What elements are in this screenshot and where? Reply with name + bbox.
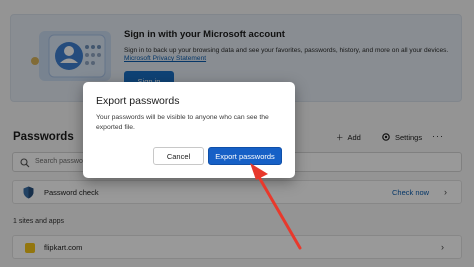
dialog-title: Export passwords	[96, 95, 180, 107]
export-passwords-button[interactable]: Export passwords	[208, 147, 282, 165]
cancel-button[interactable]: Cancel	[153, 147, 204, 165]
dialog-message: Your passwords will be visible to anyone…	[96, 114, 269, 131]
export-passwords-dialog: Export passwords Your passwords will be …	[83, 82, 295, 178]
